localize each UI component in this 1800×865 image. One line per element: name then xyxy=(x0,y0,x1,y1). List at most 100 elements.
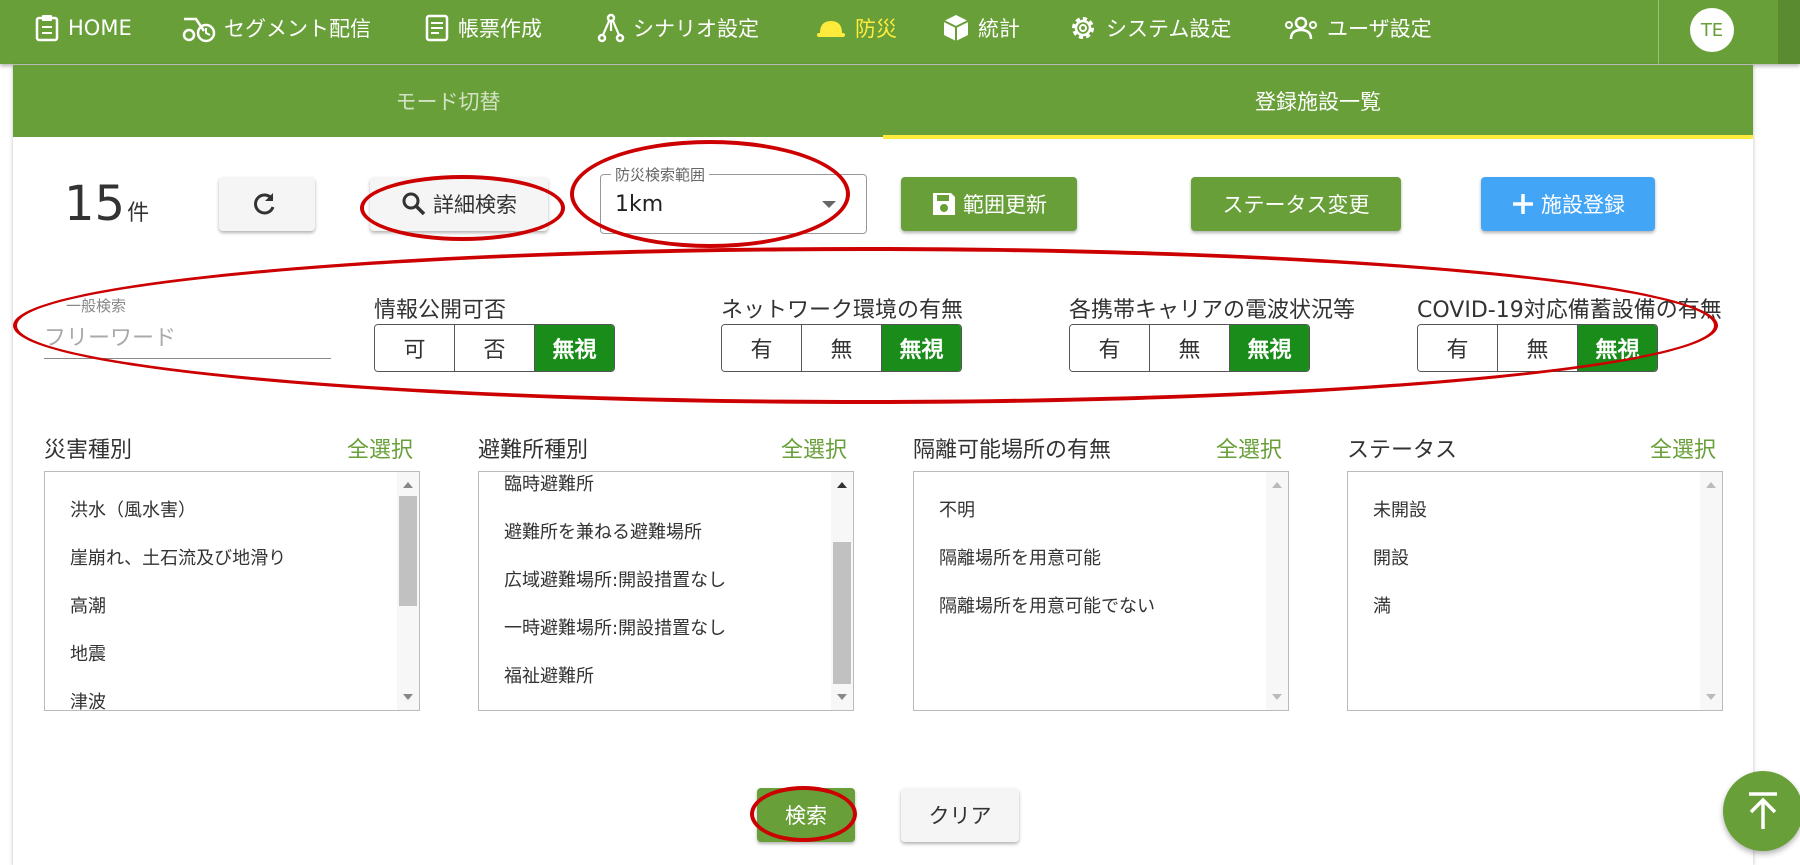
cube-icon xyxy=(943,15,969,41)
nav-label: 帳票作成 xyxy=(458,17,542,41)
toggle-option[interactable]: 無 xyxy=(802,325,882,371)
toggle-covid: 有 無 無視 xyxy=(1417,324,1658,372)
list-item[interactable]: 避難所を兼ねる避難場所 xyxy=(504,518,702,544)
free-word-input[interactable] xyxy=(44,318,331,359)
listbox-shelter-type[interactable]: 臨時避難所 避難所を兼ねる避難場所 広域避難場所:開設措置なし 一時避難場所:開… xyxy=(478,471,854,711)
range-update-button[interactable]: 範囲更新 xyxy=(901,177,1077,231)
toggle-option[interactable]: 有 xyxy=(1418,325,1498,371)
toggle-option-selected[interactable]: 無視 xyxy=(535,325,614,371)
toggle-option-selected[interactable]: 無視 xyxy=(882,325,961,371)
scroll-up-icon[interactable] xyxy=(1706,482,1716,488)
toggle-option[interactable]: 否 xyxy=(455,325,535,371)
scroll-down-icon[interactable] xyxy=(403,694,413,700)
listbox-isolation[interactable]: 不明 隔離場所を用意可能 隔離場所を用意可能でない xyxy=(913,471,1289,711)
toggle-option[interactable]: 有 xyxy=(722,325,802,371)
hardhat-icon xyxy=(817,21,845,37)
scroll-up-icon[interactable] xyxy=(837,482,847,488)
tab-bar: モード切替 登録施設一覧 xyxy=(13,65,1753,139)
list-item[interactable]: 福祉避難所 xyxy=(504,662,594,688)
nav-segment[interactable]: セグメント配信 xyxy=(182,0,371,56)
search-button[interactable]: 検索 xyxy=(757,788,855,842)
nav-home[interactable]: HOME xyxy=(34,0,132,56)
listbox-disaster-type[interactable]: 洪水（風水害） 崖崩れ、土石流及び地滑り 高潮 地震 津波 xyxy=(44,471,420,711)
list-item[interactable]: 地震 xyxy=(70,640,106,666)
nav-report[interactable]: 帳票作成 xyxy=(424,0,542,56)
select-all-status[interactable]: 全選択 xyxy=(1650,432,1716,464)
list-item[interactable]: 隔離場所を用意可能 xyxy=(939,544,1101,570)
filter-label-carrier: 各携帯キャリアの電波状況等 xyxy=(1069,298,1356,323)
toggle-option-selected[interactable]: 無視 xyxy=(1230,325,1309,371)
range-update-label: 範囲更新 xyxy=(963,193,1047,217)
filter-label-public: 情報公開可否 xyxy=(374,298,507,323)
toggle-carrier: 有 無 無視 xyxy=(1069,324,1310,372)
graph-icon xyxy=(597,13,625,43)
count-number: 15 xyxy=(64,176,126,232)
status-change-button[interactable]: ステータス変更 xyxy=(1191,177,1401,231)
count-unit: 件 xyxy=(127,201,150,226)
detail-search-label: 詳細検索 xyxy=(433,193,517,217)
arrow-up-icon xyxy=(1749,792,1777,829)
scroll-up-icon[interactable] xyxy=(403,482,413,488)
add-facility-button[interactable]: 施設登録 xyxy=(1481,177,1655,231)
add-facility-label: 施設登録 xyxy=(1541,193,1625,217)
scroll-top-button[interactable] xyxy=(1723,771,1800,851)
scroll-down-icon[interactable] xyxy=(1706,694,1716,700)
list-item[interactable]: 隔離場所を用意可能でない xyxy=(939,592,1155,618)
users-icon xyxy=(1285,16,1317,40)
list-item[interactable]: 津波 xyxy=(70,688,106,710)
scroll-down-icon[interactable] xyxy=(837,694,847,700)
listbox-status[interactable]: 未開設 開設 満 xyxy=(1347,471,1723,711)
toggle-option-selected[interactable]: 無視 xyxy=(1578,325,1657,371)
scroll-up-icon[interactable] xyxy=(1272,482,1282,488)
list-item[interactable]: 広域避難場所:開設措置なし xyxy=(504,566,726,592)
scooter-timer-icon xyxy=(182,17,216,43)
list-item[interactable]: 未開設 xyxy=(1373,496,1427,522)
nav-stats[interactable]: 統計 xyxy=(942,0,1020,56)
scrollbar[interactable] xyxy=(1266,472,1288,710)
refresh-button[interactable] xyxy=(219,177,315,231)
toggle-option[interactable]: 無 xyxy=(1498,325,1578,371)
filter-label-network: ネットワーク環境の有無 xyxy=(721,298,964,323)
clipboard-icon xyxy=(35,15,59,42)
toggle-option[interactable]: 可 xyxy=(375,325,455,371)
tab-facility-list[interactable]: 登録施設一覧 xyxy=(883,65,1753,137)
list-item[interactable]: 一時避難場所:開設措置なし xyxy=(504,614,726,640)
scroll-thumb[interactable] xyxy=(833,542,851,684)
save-icon xyxy=(933,193,955,215)
select-all-disaster-type[interactable]: 全選択 xyxy=(347,432,413,464)
tab-mode-switch[interactable]: モード切替 xyxy=(13,65,883,137)
nav-label: HOME xyxy=(68,16,132,40)
nav-user[interactable]: ユーザ設定 xyxy=(1283,0,1432,56)
tab-indicator xyxy=(883,135,1753,139)
list-item[interactable]: 不明 xyxy=(939,496,975,522)
toggle-option[interactable]: 有 xyxy=(1070,325,1150,371)
list-item[interactable]: 開設 xyxy=(1373,544,1409,570)
list-item[interactable]: 満 xyxy=(1373,592,1391,618)
list-item[interactable]: 洪水（風水害） xyxy=(70,496,196,522)
scroll-down-icon[interactable] xyxy=(1272,694,1282,700)
scrollbar[interactable] xyxy=(397,472,419,710)
list-title-isolation: 隔離可能場所の有無 xyxy=(913,438,1112,463)
nav-scenario[interactable]: シナリオ設定 xyxy=(597,0,759,56)
nav-disaster[interactable]: 防災 xyxy=(815,0,897,56)
top-navbar: HOME セグメント配信 帳票作成 シナリオ設定 防災 統計 システム設定 ユー… xyxy=(0,0,1800,64)
select-all-shelter-type[interactable]: 全選択 xyxy=(781,432,847,464)
refresh-icon xyxy=(254,193,275,215)
scrollbar[interactable] xyxy=(831,472,853,710)
free-search-label: 一般検索 xyxy=(66,297,127,315)
nav-label: ユーザ設定 xyxy=(1327,17,1432,41)
list-item[interactable]: 臨時避難所 xyxy=(504,472,594,496)
select-all-isolation[interactable]: 全選択 xyxy=(1216,432,1282,464)
document-icon xyxy=(425,14,449,42)
nav-system[interactable]: システム設定 xyxy=(1068,0,1231,56)
detail-search-button[interactable]: 詳細検索 xyxy=(370,177,548,231)
clear-button[interactable]: クリア xyxy=(901,788,1019,842)
list-item[interactable]: 高潮 xyxy=(70,592,106,618)
toggle-option[interactable]: 無 xyxy=(1150,325,1230,371)
scroll-thumb[interactable] xyxy=(399,496,417,606)
disaster-range-select[interactable]: 防災検索範囲 1km xyxy=(600,164,867,234)
list-item[interactable]: 崖崩れ、土石流及び地滑り xyxy=(70,544,286,570)
scrollbar[interactable] xyxy=(1700,472,1722,710)
nav-label: シナリオ設定 xyxy=(633,17,759,41)
avatar[interactable]: TE xyxy=(1690,8,1734,52)
